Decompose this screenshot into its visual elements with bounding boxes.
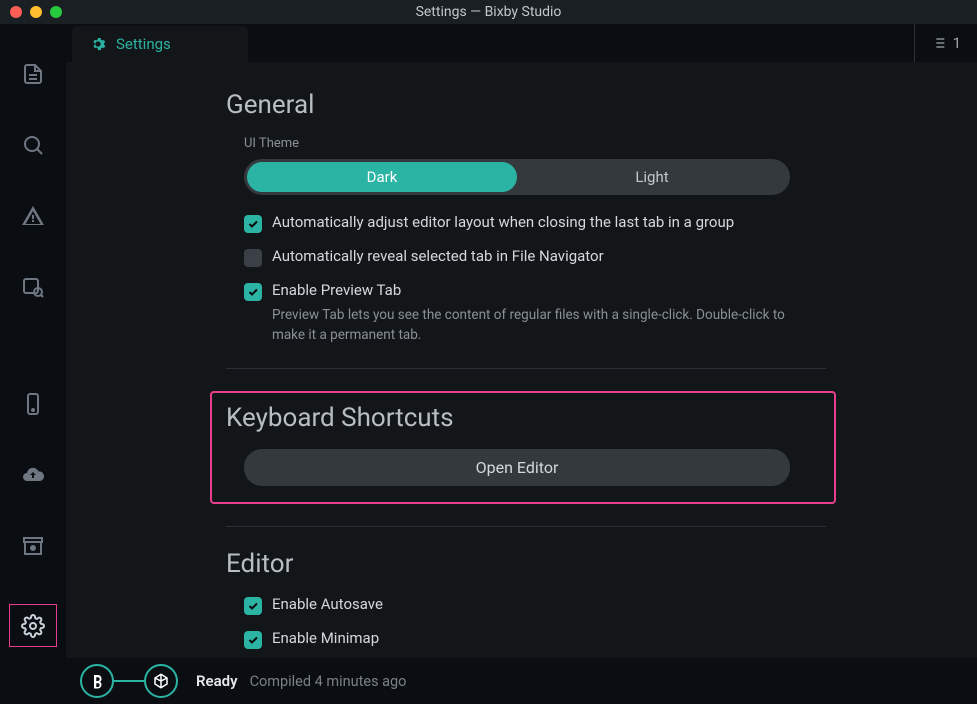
general-check-2-label: Enable Preview Tab bbox=[272, 281, 792, 299]
titlebar: Settings — Bixby Studio bbox=[0, 0, 977, 24]
device-icon[interactable] bbox=[19, 392, 47, 417]
open-shortcuts-editor-button[interactable]: Open Editor bbox=[244, 449, 790, 486]
general-check-0-label: Automatically adjust editor layout when … bbox=[272, 213, 734, 231]
inspect-icon[interactable] bbox=[19, 275, 47, 300]
general-check-2-description: Preview Tab lets you see the content of … bbox=[272, 305, 792, 346]
maximize-window-button[interactable] bbox=[50, 6, 62, 18]
divider bbox=[226, 526, 826, 527]
general-check-2-checkbox[interactable] bbox=[244, 283, 262, 301]
theme-light-button[interactable]: Light bbox=[517, 162, 787, 192]
general-check-0-checkbox[interactable] bbox=[244, 215, 262, 233]
settings-content[interactable]: General UI Theme Dark Light Automaticall… bbox=[66, 62, 977, 658]
section-general: General UI Theme Dark Light Automaticall… bbox=[226, 90, 826, 346]
list-icon bbox=[931, 35, 947, 51]
editor-check-0-checkbox[interactable] bbox=[244, 597, 262, 615]
compile-status-icon[interactable] bbox=[144, 664, 178, 698]
ui-theme-label: UI Theme bbox=[244, 136, 826, 151]
theme-dark-button[interactable]: Dark bbox=[247, 162, 517, 192]
section-title-editor: Editor bbox=[226, 549, 826, 579]
editor-check-0-row: Enable Autosave bbox=[244, 595, 826, 615]
section-title-shortcuts: Keyboard Shortcuts bbox=[226, 403, 820, 433]
status-ready-label: Ready bbox=[196, 672, 238, 690]
warnings-icon[interactable] bbox=[19, 204, 47, 229]
tab-counter[interactable]: 1 bbox=[914, 24, 977, 62]
general-check-1-label: Automatically reveal selected tab in Fil… bbox=[272, 247, 604, 265]
window-title: Settings — Bixby Studio bbox=[416, 4, 562, 20]
section-editor: Editor Enable AutosaveEnable MinimapEnab… bbox=[226, 549, 826, 659]
general-check-1-row: Automatically reveal selected tab in Fil… bbox=[244, 247, 826, 267]
files-icon[interactable] bbox=[19, 62, 47, 87]
general-check-0-row: Automatically adjust editor layout when … bbox=[244, 213, 826, 233]
gear-icon bbox=[90, 36, 106, 52]
tab-label: Settings bbox=[116, 35, 171, 53]
editor-check-1-row: Enable Minimap bbox=[244, 629, 826, 649]
activity-bar bbox=[0, 24, 66, 704]
section-title-general: General bbox=[226, 90, 826, 120]
bixby-status-icon[interactable] bbox=[80, 664, 114, 698]
tab-settings[interactable]: Settings bbox=[72, 26, 248, 62]
general-check-1-checkbox[interactable] bbox=[244, 249, 262, 267]
editor-check-1-checkbox[interactable] bbox=[244, 631, 262, 649]
settings-icon[interactable] bbox=[9, 604, 57, 647]
traffic-lights bbox=[0, 6, 62, 18]
editor-check-0-label: Enable Autosave bbox=[272, 595, 383, 613]
status-icons bbox=[80, 664, 178, 698]
theme-segmented-control: Dark Light bbox=[244, 159, 790, 195]
status-bar: Ready Compiled 4 minutes ago bbox=[66, 658, 977, 704]
status-connector bbox=[114, 680, 144, 682]
tab-count: 1 bbox=[953, 34, 961, 52]
archive-icon[interactable] bbox=[19, 533, 47, 558]
minimize-window-button[interactable] bbox=[30, 6, 42, 18]
tab-bar: Settings 1 bbox=[66, 24, 977, 62]
cloud-upload-icon[interactable] bbox=[19, 463, 47, 488]
close-window-button[interactable] bbox=[10, 6, 22, 18]
editor-check-1-label: Enable Minimap bbox=[272, 629, 379, 647]
search-icon[interactable] bbox=[19, 133, 47, 158]
section-keyboard-shortcuts: Keyboard Shortcuts Open Editor bbox=[210, 391, 836, 504]
general-check-2-row: Enable Preview Tab Preview Tab lets you s… bbox=[244, 281, 826, 346]
status-compiled-label: Compiled 4 minutes ago bbox=[250, 673, 407, 690]
divider bbox=[226, 368, 826, 369]
